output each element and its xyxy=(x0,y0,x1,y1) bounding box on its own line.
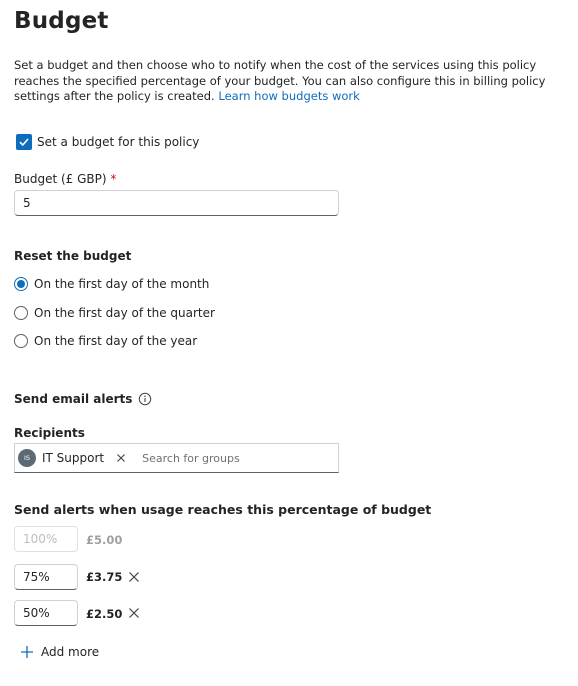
budget-label-text: Budget (£ GBP) xyxy=(14,172,107,186)
alert-percent-input[interactable]: 50% xyxy=(14,600,78,626)
set-budget-checkbox-row[interactable]: Set a budget for this policy xyxy=(16,134,199,150)
radio-month-label: On the first day of the month xyxy=(34,277,210,291)
budget-input[interactable]: 5 xyxy=(14,190,339,216)
group-search-input[interactable]: Search for groups xyxy=(142,452,240,465)
alert-amount: £2.50 xyxy=(86,607,123,621)
learn-budgets-link[interactable]: Learn how budgets work xyxy=(218,89,359,103)
set-budget-label: Set a budget for this policy xyxy=(37,135,200,149)
alert-percent-value: 50% xyxy=(23,606,50,620)
plus-icon xyxy=(21,646,33,658)
budget-value: 5 xyxy=(23,196,31,210)
required-mark: * xyxy=(110,172,117,186)
radio-year-label: On the first day of the year xyxy=(34,334,198,348)
recipients-label: Recipients xyxy=(14,426,85,440)
radio-year-button[interactable] xyxy=(14,334,28,348)
radio-month-button[interactable] xyxy=(14,277,28,291)
alert-percent-value: 75% xyxy=(23,570,50,584)
email-alerts-heading: Send email alerts xyxy=(14,392,152,406)
budget-field-label: Budget (£ GBP) * xyxy=(14,172,116,186)
set-budget-checkbox[interactable] xyxy=(16,134,32,150)
remove-alert-icon[interactable] xyxy=(128,571,140,583)
add-more-button[interactable]: Add more xyxy=(20,645,99,659)
alerts-heading: Send alerts when usage reaches this perc… xyxy=(14,502,432,517)
checkmark-icon xyxy=(19,138,29,147)
radio-month[interactable]: On the first day of the month xyxy=(14,277,209,291)
alert-percent-input: 100% xyxy=(14,526,78,552)
radio-quarter[interactable]: On the first day of the quarter xyxy=(14,306,215,320)
remove-recipient-icon[interactable] xyxy=(116,453,126,463)
radio-quarter-label: On the first day of the quarter xyxy=(34,306,215,320)
avatar: IS xyxy=(18,449,36,467)
page-title: Budget xyxy=(14,8,109,34)
remove-alert-icon[interactable] xyxy=(128,607,140,619)
add-more-label: Add more xyxy=(41,645,100,659)
info-icon[interactable] xyxy=(138,392,152,406)
alert-percent-input[interactable]: 75% xyxy=(14,564,78,590)
recipients-picker[interactable]: IS IT Support Search for groups xyxy=(14,443,339,473)
radio-quarter-button[interactable] xyxy=(14,306,28,320)
radio-year[interactable]: On the first day of the year xyxy=(14,334,197,348)
alert-amount: £5.00 xyxy=(86,533,123,547)
recipient-chip-name: IT Support xyxy=(42,451,105,465)
alert-amount: £3.75 xyxy=(86,570,123,584)
description: Set a budget and then choose who to noti… xyxy=(14,58,570,105)
reset-heading: Reset the budget xyxy=(14,249,132,263)
radio-selected-dot xyxy=(17,280,25,288)
alert-percent-value: 100% xyxy=(23,532,58,546)
email-alerts-text: Send email alerts xyxy=(14,392,133,406)
